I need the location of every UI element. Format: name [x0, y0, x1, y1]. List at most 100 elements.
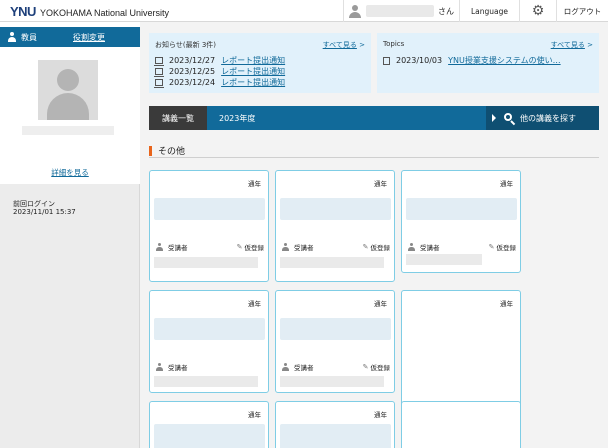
document-icon [383, 56, 390, 65]
logo-text: YOKOHAMA National University [39, 8, 169, 18]
course-meta: 受講者 [156, 362, 264, 372]
search-icon [504, 113, 516, 126]
topic-item: 2023/10/03 YNU授業支援システムの使い… [383, 55, 561, 66]
pencil-icon: ✎ [362, 363, 369, 371]
students-label[interactable]: 受講者 [420, 242, 440, 252]
notice-link[interactable]: レポート提出通知 [221, 55, 285, 66]
section-header: その他 [149, 144, 599, 158]
user-name-redacted [366, 5, 434, 17]
course-card[interactable]: 通年 受講者 ✎ 仮登録 [275, 170, 395, 282]
triangle-right-icon [492, 114, 496, 122]
register-link[interactable]: ✎ 仮登録 [237, 242, 264, 252]
course-meta: 受講者 ✎ 仮登録 [156, 242, 264, 252]
settings-button[interactable]: ⚙ [519, 0, 556, 22]
course-title-redacted [406, 198, 517, 220]
course-frequency: 通年 [248, 411, 261, 419]
students-label[interactable]: 受講者 [168, 242, 188, 252]
top-header: YNU YOKOHAMA National University さん Lang… [0, 0, 608, 22]
user-menu[interactable]: さん [343, 0, 459, 22]
course-title-redacted [154, 318, 265, 340]
course-frequency: 通年 [500, 300, 513, 308]
students-label[interactable]: 受講者 [168, 362, 188, 372]
monitor-icon [154, 68, 164, 77]
user-icon [348, 4, 362, 18]
course-card[interactable]: 通年 [149, 401, 269, 448]
register-link[interactable]: ✎ 仮登録 [363, 362, 390, 372]
course-info-redacted [280, 257, 384, 268]
course-frequency: 通年 [374, 180, 387, 188]
notice-view-all-label: すべて見る [322, 41, 357, 49]
user-icon [282, 243, 289, 251]
notice-date: 2023/12/24 [169, 78, 216, 87]
course-card[interactable]: 通年 受講者 ✎ 仮登録 [275, 290, 395, 393]
pencil-icon: ✎ [362, 243, 369, 251]
university-logo[interactable]: YNU YOKOHAMA National University [10, 4, 169, 19]
register-link[interactable]: ✎ 仮登録 [363, 242, 390, 252]
pencil-icon: ✎ [488, 243, 495, 251]
search-courses-label: 他の講義を探す [520, 113, 576, 123]
profile-name-redacted [22, 126, 114, 135]
notice-date: 2023/12/27 [169, 56, 216, 65]
course-frequency: 通年 [248, 300, 261, 308]
topics-panel: Topics すべて見る > 2023/10/03 YNU授業支援システムの使い… [377, 33, 599, 93]
course-info-redacted [154, 376, 258, 387]
language-button[interactable]: Language [459, 0, 519, 22]
section-title: その他 [158, 147, 186, 157]
detail-link[interactable]: 詳細を見る [0, 167, 140, 178]
course-card[interactable]: 通年 受講者 ✎ 仮登録 [149, 170, 269, 282]
register-link[interactable]: ✎ 仮登録 [489, 242, 516, 252]
notice-link[interactable]: レポート提出通知 [221, 66, 285, 77]
course-frequency: 通年 [374, 411, 387, 419]
register-label: 仮登録 [496, 244, 517, 252]
notice-item: 2023/12/25 レポート提出通知 [154, 66, 285, 77]
logo-mark: YNU [10, 4, 36, 19]
course-frequency: 通年 [248, 180, 261, 188]
user-suffix: さん [438, 6, 454, 16]
notice-item: 2023/12/27 レポート提出通知 [154, 55, 285, 66]
notice-view-all-link[interactable]: すべて見る > [323, 40, 365, 50]
register-label: 仮登録 [370, 244, 391, 252]
course-card[interactable]: 通年 受講者 [149, 290, 269, 393]
course-title-redacted [280, 318, 391, 340]
role-bar: 教員 役割変更 [0, 27, 140, 47]
course-meta: 受講者 ✎ 仮登録 [408, 242, 516, 252]
course-card[interactable] [401, 401, 521, 448]
notice-title: お知らせ(最新 3件) [155, 41, 217, 49]
user-icon [7, 32, 17, 42]
logout-button[interactable]: ログアウト [556, 0, 608, 22]
students-label[interactable]: 受講者 [294, 362, 314, 372]
role-change-link[interactable]: 役割変更 [73, 32, 105, 43]
course-frequency: 通年 [374, 300, 387, 308]
tab-course-list[interactable]: 講義一覧 [149, 106, 207, 130]
notice-date: 2023/12/25 [169, 67, 216, 76]
course-info-redacted [280, 376, 384, 387]
course-card[interactable]: 通年 受講者 ✎ 仮登録 [401, 170, 521, 273]
user-icon [156, 363, 163, 371]
academic-year: 2023年度 [219, 113, 256, 123]
notice-item: 2023/12/24 レポート提出通知 [154, 77, 285, 88]
search-courses-button[interactable]: 他の講義を探す [486, 106, 599, 130]
user-icon [156, 243, 163, 251]
topic-date: 2023/10/03 [396, 56, 443, 65]
course-meta: 受講者 ✎ 仮登録 [282, 242, 390, 252]
course-meta: 受講者 ✎ 仮登録 [282, 362, 390, 372]
course-frequency: 通年 [500, 180, 513, 188]
course-title-redacted [154, 198, 265, 220]
profile-avatar [38, 60, 98, 120]
course-info-redacted [154, 257, 258, 268]
monitor-icon [154, 57, 164, 66]
notice-link[interactable]: レポート提出通知 [221, 77, 285, 88]
students-label[interactable]: 受講者 [294, 242, 314, 252]
register-label: 仮登録 [244, 244, 265, 252]
notice-panel: お知らせ(最新 3件) すべて見る > 2023/12/27 レポート提出通知 … [149, 33, 371, 93]
topics-view-all-link[interactable]: すべて見る > [551, 40, 593, 50]
role-label: 教員 [21, 32, 37, 42]
course-card[interactable]: 通年 [275, 401, 395, 448]
topics-view-all-label: すべて見る [550, 41, 585, 49]
sidebar: 教員 役割変更 詳細を見る 前回ログイン 2023/11/01 15:37 [0, 22, 140, 448]
section-marker [149, 145, 152, 156]
profile-panel: 教員 役割変更 詳細を見る [0, 22, 140, 184]
course-title-redacted [154, 424, 265, 448]
register-label: 仮登録 [370, 364, 391, 372]
topic-link[interactable]: YNU授業支援システムの使い… [448, 55, 561, 66]
